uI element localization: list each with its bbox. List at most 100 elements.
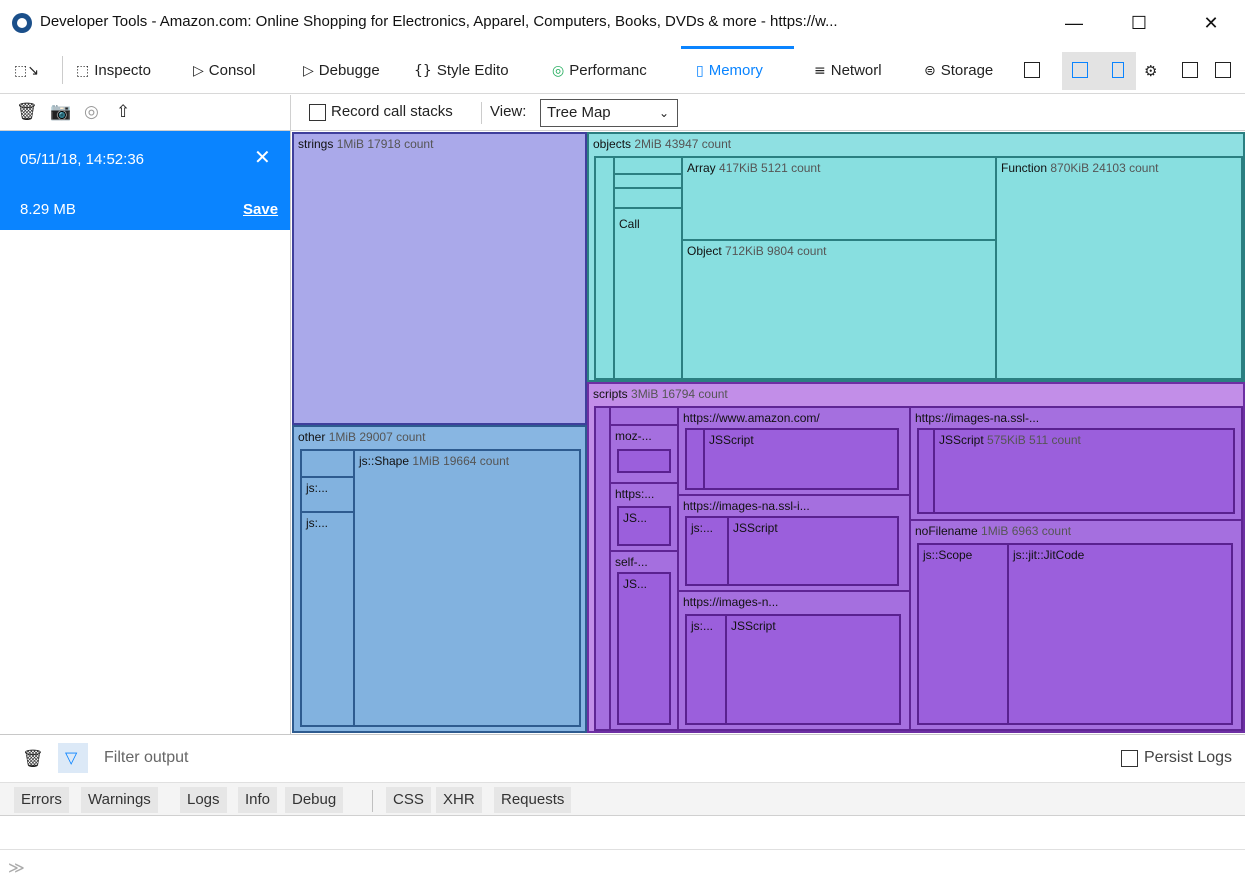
persist-logs-checkbox[interactable] — [1121, 750, 1138, 767]
filter-debug-button[interactable]: Debug — [285, 787, 344, 813]
import-snapshot-icon[interactable]: ⇧ — [116, 102, 130, 122]
console-prompt-icon: ≫ — [8, 858, 25, 877]
treemap-node-object[interactable]: Object 712KiB 9804 count — [681, 239, 997, 380]
treemap-node-function[interactable]: Function 870KiB 24103 count — [995, 156, 1243, 380]
dock-side-icon[interactable] — [1215, 62, 1231, 78]
devtools-toolbar: ⬚↘ ⬚ Inspecto ▷ Consol ▷ Debugge {} Style Ed… — [0, 46, 1245, 94]
treemap-node[interactable] — [609, 406, 679, 426]
treemap-node-jitcode[interactable]: js::jit::JitCode — [1007, 543, 1233, 725]
filter-output-input[interactable]: Filter output — [104, 749, 188, 767]
treemap-node-moz[interactable]: moz-... — [609, 424, 679, 484]
treemap-node[interactable] — [594, 156, 615, 380]
memory-icon: ▯ — [696, 63, 704, 79]
window-title: Developer Tools - Amazon.com: Online Sho… — [40, 13, 838, 30]
treemap-node[interactable] — [685, 428, 705, 490]
maximize-button[interactable]: ☐ — [1119, 8, 1159, 38]
console-input[interactable]: ≫ — [0, 850, 1245, 886]
treemap-node-images-na[interactable]: https://images-na.ssl-i... js:... JSScri… — [677, 494, 911, 592]
memory-toolbar: 🗑 📷 ◎ ⇧ Record call stacks View: Tree Ma… — [0, 95, 1245, 131]
treemap-node-js[interactable]: js:... — [300, 476, 355, 513]
treemap-node-other[interactable]: other 1MiB 29007 count js:... js:... js:… — [292, 425, 587, 733]
filter-css-button[interactable]: CSS — [386, 787, 431, 813]
console-output — [0, 816, 1245, 850]
console-icon: ▷ — [193, 63, 204, 79]
storage-icon: ⊜ — [924, 63, 936, 79]
save-snapshot-link[interactable]: Save — [243, 201, 278, 218]
element-picker-icon[interactable]: ⬚↘ — [14, 56, 40, 86]
treemap-node-strings[interactable]: strings 1MiB 17918 count — [292, 132, 587, 425]
persist-logs-label: Persist Logs — [1144, 749, 1233, 766]
treemap-node-js-scope[interactable]: js::Scope — [917, 543, 1009, 725]
treemap-node[interactable] — [300, 449, 355, 478]
network-icon: ≡ — [814, 63, 826, 79]
treemap-node-scripts[interactable]: scripts 3MiB 16794 count moz-... https:.… — [587, 382, 1245, 733]
treemap-node-call[interactable]: Call — [613, 207, 683, 380]
filter-xhr-button[interactable]: XHR — [436, 787, 482, 813]
record-call-stacks-checkbox[interactable] — [309, 104, 326, 121]
treemap-node-jsscript[interactable]: JSScript — [703, 428, 899, 490]
minimize-button[interactable]: — — [1054, 8, 1094, 38]
dock-bottom-icon[interactable] — [1182, 62, 1198, 78]
tab-performance[interactable]: ◎ Performanc — [552, 56, 680, 86]
clear-console-trash-icon[interactable]: 🗑 — [22, 749, 44, 769]
treemap-node-objects[interactable]: objects 2MiB 43947 count Call Array 417K… — [587, 132, 1245, 382]
console-toggle-icon[interactable] — [1072, 62, 1088, 78]
treemap-node[interactable] — [617, 449, 671, 473]
snapshot-timestamp: 05/11/18, 14:52:36 — [20, 151, 144, 168]
treemap-node-js[interactable]: js:... — [300, 511, 355, 727]
treemap-node-self[interactable]: self-... JS... — [609, 550, 679, 731]
treemap-node-https[interactable]: https:... JS... — [609, 482, 679, 552]
treemap-node-nofilename[interactable]: noFilename 1MiB 6963 count js::Scope js:… — [909, 519, 1243, 731]
tab-network[interactable]: ≡ Networl — [814, 56, 920, 86]
filter-divider — [372, 790, 373, 812]
treemap-node[interactable] — [613, 187, 683, 209]
tree-map: strings 1MiB 17918 count other 1MiB 2900… — [291, 131, 1245, 734]
treemap-node-array[interactable]: Array 417KiB 5121 count — [681, 156, 997, 241]
split-console-icon[interactable] — [1024, 62, 1040, 78]
window-title-bar: Developer Tools - Amazon.com: Online Sho… — [0, 0, 1245, 46]
take-snapshot-camera-icon[interactable]: 📷 — [50, 102, 71, 122]
snapshot-item[interactable]: 05/11/18, 14:52:36 ✕ 8.29 MB Save — [0, 131, 290, 230]
record-call-stacks-label: Record call stacks — [331, 103, 453, 120]
treemap-node-js[interactable]: JS... — [617, 506, 671, 546]
snapshot-list: 05/11/18, 14:52:36 ✕ 8.29 MB Save — [0, 131, 291, 734]
treemap-node-js[interactable]: js:... — [685, 614, 727, 725]
filter-logs-button[interactable]: Logs — [180, 787, 227, 813]
console-filter-bar: Errors Warnings Logs Info Debug CSS XHR … — [0, 782, 1245, 816]
treemap-node-js[interactable]: JS... — [617, 572, 671, 725]
responsive-mode-icon[interactable] — [1112, 62, 1124, 78]
toolbar-divider — [290, 95, 291, 131]
diff-snapshots-icon[interactable]: ◎ — [84, 102, 99, 122]
filter-requests-button[interactable]: Requests — [494, 787, 572, 813]
treemap-node-jsscript[interactable]: JSScript — [725, 614, 901, 725]
clear-snapshots-trash-icon[interactable]: 🗑 — [16, 102, 38, 122]
treemap-node-images-na-ssl[interactable]: https://images-na.ssl-... JSScript 575Ki… — [909, 406, 1243, 521]
console-toolbar: 🗑 ▽ Filter output Persist Logs — [0, 734, 1245, 782]
view-label: View: — [490, 103, 527, 120]
debugger-icon: ▷ — [303, 63, 314, 79]
close-window-button[interactable]: ✕ — [1191, 8, 1231, 38]
treemap-node-jsscript[interactable]: JSScript — [727, 516, 899, 586]
tab-console[interactable]: ▷ Consol — [193, 56, 290, 86]
snapshot-size: 8.29 MB — [20, 201, 76, 218]
filter-errors-button[interactable]: Errors — [14, 787, 69, 813]
filter-warnings-button[interactable]: Warnings — [81, 787, 158, 813]
treemap-node-jsscript[interactable]: JSScript 575KiB 511 count — [933, 428, 1235, 514]
treemap-node-js[interactable]: js:... — [685, 516, 729, 586]
tab-storage[interactable]: ⊜ Storage — [924, 56, 1014, 86]
tab-debugger[interactable]: ▷ Debugge — [303, 56, 401, 86]
tab-style-editor[interactable]: {} Style Edito — [414, 56, 544, 86]
treemap-node-amazon[interactable]: https://www.amazon.com/ JSScript — [677, 406, 911, 496]
settings-gear-icon[interactable]: ⚙ — [1144, 56, 1166, 86]
treemap-node-images-n[interactable]: https://images-n... js:... JSScript — [677, 590, 911, 731]
filter-toggle-button[interactable]: ▽ — [58, 743, 88, 773]
tab-memory[interactable]: ▯ Memory — [696, 56, 792, 86]
toolbar-divider — [481, 102, 482, 124]
firefox-icon — [12, 13, 32, 33]
delete-snapshot-icon[interactable]: ✕ — [254, 145, 271, 169]
filter-info-button[interactable]: Info — [238, 787, 278, 813]
active-tab-indicator — [681, 46, 794, 49]
tab-inspector[interactable]: ⬚ Inspecto — [76, 56, 180, 86]
treemap-node-js-shape[interactable]: js::Shape 1MiB 19664 count — [353, 449, 581, 727]
view-select[interactable]: Tree Map ⌄ — [540, 99, 678, 127]
